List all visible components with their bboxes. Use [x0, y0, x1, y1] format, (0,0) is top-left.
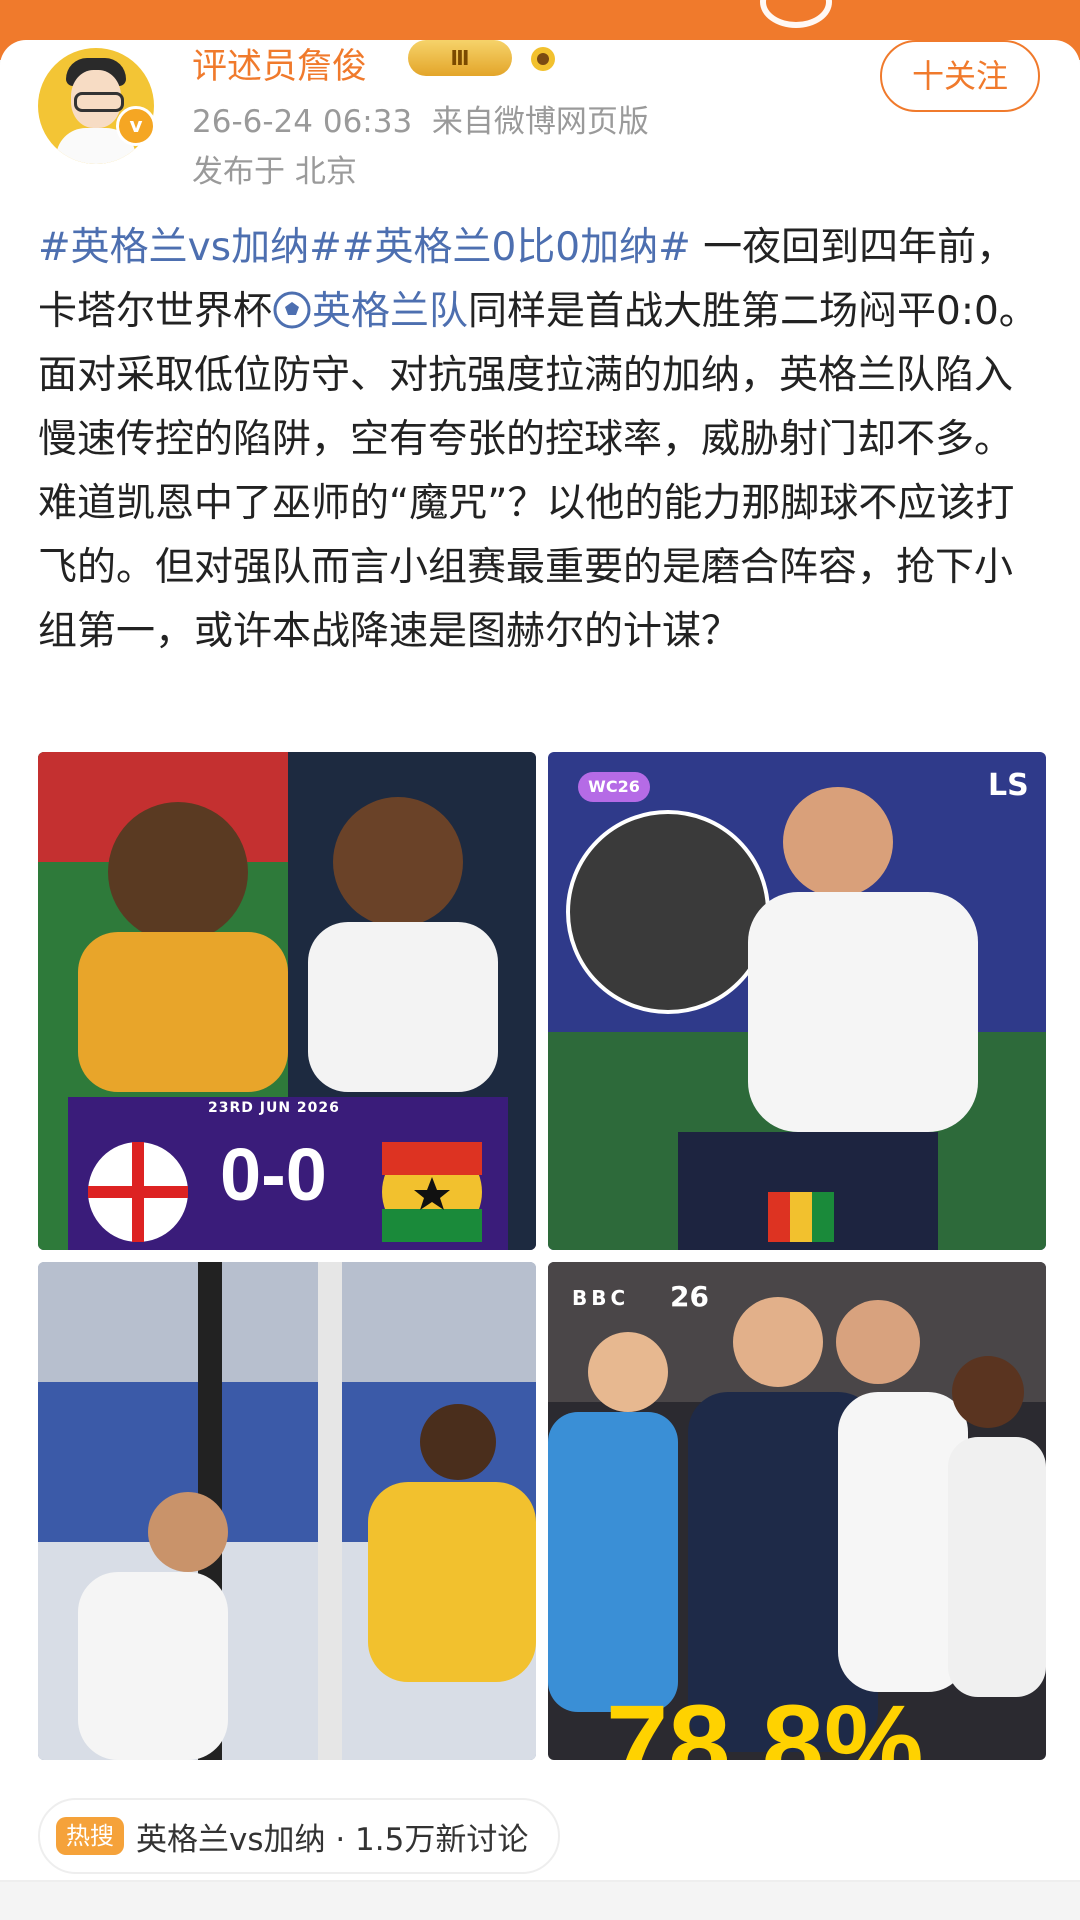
photo-2-art	[548, 787, 1046, 1250]
hot-search-tag[interactable]: 热搜 英格兰vs加纳 · 1.5万新讨论	[38, 1798, 561, 1874]
post-meta: 26-6-24 06:33 来自微博网页版	[192, 96, 649, 141]
photo-3-art	[38, 1262, 536, 1760]
post-timestamp: 26-6-24 06:33	[192, 104, 413, 140]
search-icon[interactable]	[760, 0, 832, 28]
username[interactable]: 评述员詹俊	[192, 40, 367, 89]
post-location: 发布于 北京	[192, 154, 357, 190]
topic-link-3[interactable]: 英格兰队	[312, 289, 468, 334]
post-source: 来自微博网页版	[431, 104, 649, 140]
hot-search-chip: 热搜	[56, 1817, 124, 1855]
photo-4[interactable]: BBC 26 78.8%	[548, 1262, 1046, 1760]
match-score: 0-0	[220, 1133, 327, 1216]
post-card: v 评述员詹俊 Ⅲ 26-6-24 06:33 来自微博网页版 发布于 北京 十…	[0, 40, 1080, 1880]
level-badge: Ⅲ	[408, 40, 512, 76]
bbc-logo: BBC	[572, 1286, 630, 1310]
photo-3[interactable]	[38, 1262, 536, 1760]
verified-icon: v	[116, 106, 156, 146]
topic-link-1[interactable]: #英格兰vs加纳#	[38, 225, 342, 270]
follow-button[interactable]: 十关注	[880, 40, 1040, 112]
possession-stat: 78.8%	[606, 1682, 924, 1760]
soccer-ball-icon	[273, 291, 311, 329]
ls-logo: LS	[988, 768, 1029, 803]
match-date: 23RD JUN 2026	[208, 1100, 340, 1116]
post-text-part-2: 同样是首战大胜第二场闷平0:0。面对采取低位防守、对抗强度拉满的加纳，英格兰队陷…	[38, 289, 1038, 654]
photo-2[interactable]: WC26 LS	[548, 752, 1046, 1250]
avatar-glasses	[74, 92, 124, 112]
topic-link-2[interactable]: #英格兰0比0加纳#	[342, 225, 691, 270]
post-text: #英格兰vs加纳##英格兰0比0加纳# 一夜回到四年前，卡塔尔世界杯 英格兰队同样…	[38, 216, 1038, 664]
wc26-badge: WC26	[578, 772, 650, 802]
sunflower-icon	[531, 47, 555, 71]
photo-1[interactable]: 23RD JUN 2026 0-0	[38, 752, 536, 1250]
divider	[0, 1880, 1080, 1882]
world-cup-26-logo: 26	[670, 1280, 709, 1313]
hot-search-text: 英格兰vs加纳 · 1.5万新讨论	[136, 1821, 529, 1858]
